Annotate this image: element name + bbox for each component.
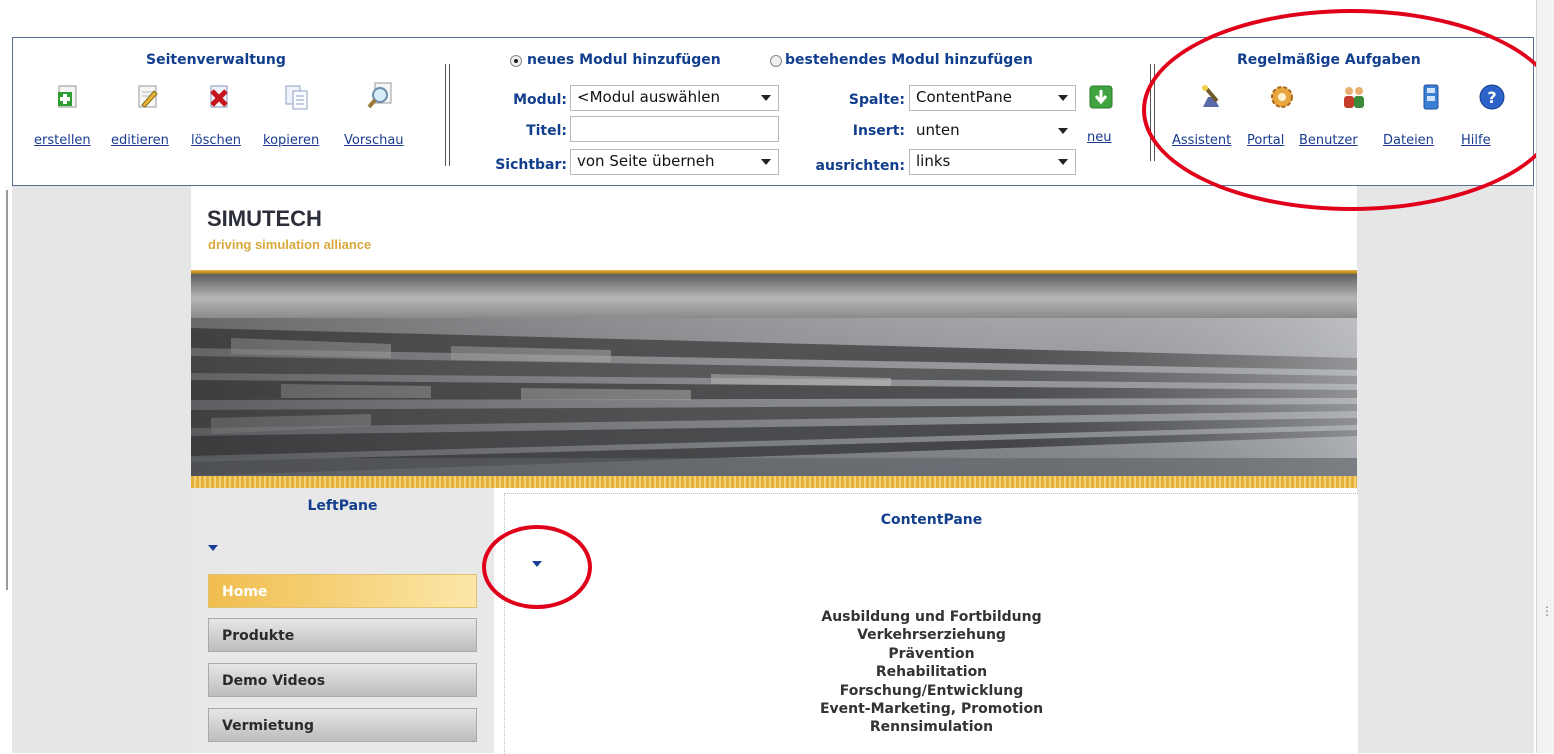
separator bbox=[1150, 64, 1155, 161]
align-select[interactable]: links bbox=[909, 149, 1076, 175]
title-input[interactable] bbox=[570, 116, 779, 142]
vertical-scrollbar[interactable]: ⋮ bbox=[1536, 0, 1554, 753]
insert-select-value: unten bbox=[916, 121, 960, 139]
wizard-icon[interactable] bbox=[1197, 83, 1225, 111]
add-page-icon[interactable] bbox=[54, 83, 82, 111]
insert-label: Insert: bbox=[852, 123, 905, 139]
edit-page-icon[interactable] bbox=[134, 83, 162, 111]
portal-link[interactable]: Portal bbox=[1247, 133, 1284, 148]
align-select-value: links bbox=[916, 152, 951, 170]
nav-item-home[interactable]: Home bbox=[208, 574, 477, 608]
content-pane-menu-caret-icon[interactable] bbox=[532, 561, 542, 567]
header-grey-bar bbox=[191, 274, 1357, 318]
files-icon[interactable] bbox=[1417, 83, 1445, 111]
chevron-down-icon bbox=[761, 159, 771, 165]
new-link[interactable]: neu bbox=[1087, 130, 1111, 145]
chevron-down-icon bbox=[1058, 95, 1068, 101]
content-line: Prävention bbox=[888, 645, 975, 662]
module-select[interactable]: <Modul auswählen bbox=[570, 85, 779, 111]
window-edge bbox=[6, 190, 8, 590]
content-text-list: Ausbildung und Fortbildung Verkehrserzie… bbox=[505, 608, 1358, 737]
add-module-arrow-icon[interactable] bbox=[1089, 85, 1113, 109]
chevron-down-icon bbox=[761, 95, 771, 101]
delete-page-icon[interactable] bbox=[205, 83, 233, 111]
existing-module-label[interactable]: bestehendes Modul hinzufügen bbox=[785, 52, 1033, 68]
nav-item-vermietung[interactable]: Vermietung bbox=[208, 708, 477, 742]
create-page-link[interactable]: erstellen bbox=[34, 133, 91, 148]
existing-module-radio[interactable] bbox=[770, 55, 782, 67]
site-logo-title[interactable]: SIMUTECH bbox=[207, 206, 322, 232]
content-line: Rennsimulation bbox=[869, 719, 994, 736]
column-label: Spalte: bbox=[848, 92, 905, 108]
site-layout: SIMUTECH driving simulation alliance Lef… bbox=[191, 186, 1358, 754]
content-pane: ContentPane Ausbildung und Fortbildung V… bbox=[504, 493, 1358, 754]
preview-icon[interactable] bbox=[367, 81, 395, 109]
visible-select[interactable]: von Seite überneh bbox=[570, 149, 779, 175]
separator bbox=[445, 64, 450, 166]
scrollbar-grip-icon[interactable]: ⋮ bbox=[1541, 605, 1553, 628]
assistant-link[interactable]: Assistent bbox=[1172, 133, 1231, 148]
content-line: Event-Marketing, Promotion bbox=[819, 701, 1044, 718]
column-select[interactable]: ContentPane bbox=[909, 85, 1076, 111]
module-label: Modul: bbox=[513, 92, 567, 108]
tasks-title: Regelmäßige Aufgaben bbox=[1237, 52, 1421, 68]
users-link[interactable]: Benutzer bbox=[1299, 133, 1358, 148]
copy-page-icon[interactable] bbox=[283, 83, 311, 111]
left-pane-title: LeftPane bbox=[307, 498, 378, 514]
module-select-value: <Modul auswählen bbox=[577, 88, 721, 106]
admin-control-panel: Seitenverwaltung erstellen editieren lös… bbox=[12, 37, 1534, 186]
insert-select[interactable]: unten bbox=[909, 118, 1076, 144]
left-pane-menu-caret-icon[interactable] bbox=[208, 545, 218, 551]
nav-item-demo-videos[interactable]: Demo Videos bbox=[208, 663, 477, 697]
visible-label: Sichtbar: bbox=[495, 157, 567, 173]
visible-select-value: von Seite überneh bbox=[577, 152, 715, 170]
files-link[interactable]: Dateien bbox=[1383, 133, 1434, 148]
delete-page-link[interactable]: löschen bbox=[191, 133, 241, 148]
content-line: Rehabilitation bbox=[875, 664, 988, 681]
content-line: Forschung/Entwicklung bbox=[839, 682, 1024, 699]
content-line: Verkehrserziehung bbox=[857, 627, 1006, 644]
chevron-down-icon bbox=[1058, 128, 1068, 134]
header-banner-image bbox=[191, 318, 1357, 476]
help-icon[interactable]: ? bbox=[1478, 83, 1506, 111]
copy-page-link[interactable]: kopieren bbox=[263, 133, 319, 148]
left-pane: LeftPane Home Produkte Demo Videos Vermi… bbox=[191, 488, 494, 753]
align-label: ausrichten: bbox=[815, 158, 905, 174]
preview-link[interactable]: Vorschau bbox=[344, 133, 404, 148]
nav-item-produkte[interactable]: Produkte bbox=[208, 618, 477, 652]
chevron-down-icon bbox=[1058, 159, 1068, 165]
portal-gear-icon[interactable] bbox=[1268, 83, 1296, 111]
new-module-label[interactable]: neues Modul hinzufügen bbox=[527, 52, 721, 68]
title-label: Titel: bbox=[526, 123, 567, 139]
content-line: Ausbildung und Fortbildung bbox=[821, 609, 1042, 625]
site-logo-subtitle: driving simulation alliance bbox=[208, 237, 372, 252]
banner-gold-strip bbox=[191, 476, 1357, 488]
help-link[interactable]: Hilfe bbox=[1461, 133, 1491, 148]
edit-page-link[interactable]: editieren bbox=[111, 133, 169, 148]
new-module-radio[interactable] bbox=[510, 55, 522, 67]
page-management-title: Seitenverwaltung bbox=[146, 52, 286, 68]
column-select-value: ContentPane bbox=[916, 88, 1012, 106]
svg-text:?: ? bbox=[1487, 88, 1496, 107]
users-icon[interactable] bbox=[1340, 83, 1368, 111]
content-pane-title: ContentPane bbox=[880, 512, 983, 528]
